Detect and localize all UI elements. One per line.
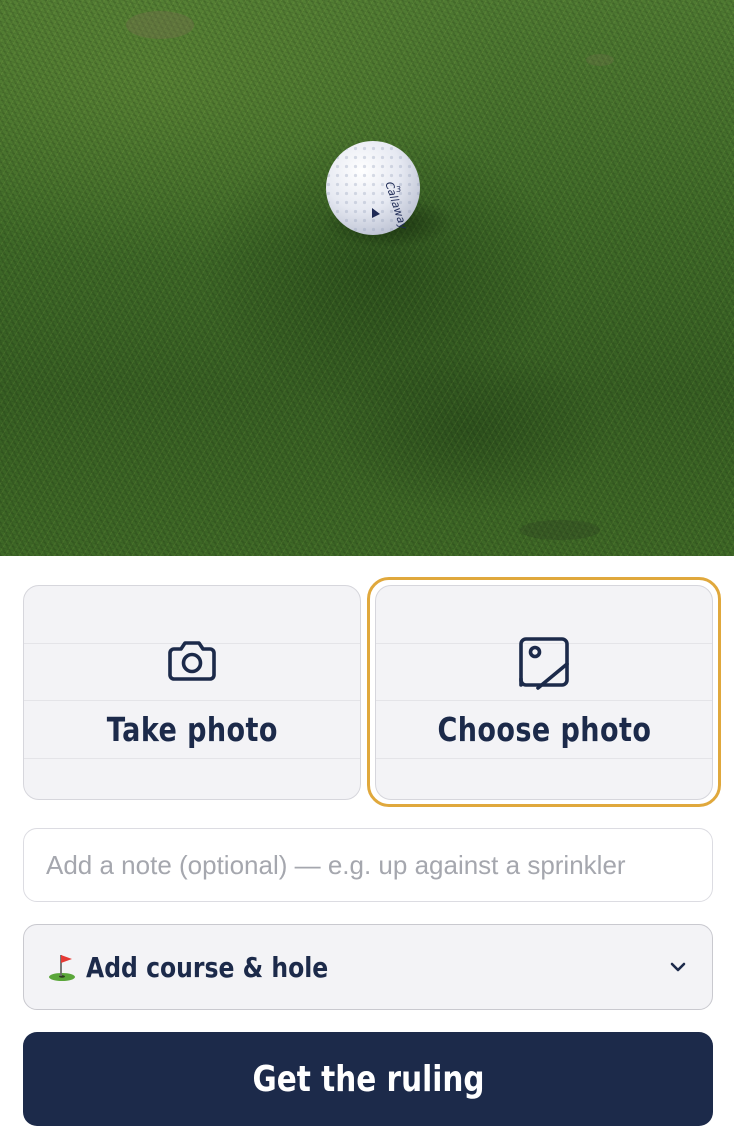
- golf-flag-icon: [49, 955, 75, 981]
- image-icon: [516, 634, 572, 690]
- choose-photo-button[interactable]: Choose photo: [375, 585, 713, 800]
- get-ruling-label: Get the ruling: [251, 1058, 485, 1100]
- get-ruling-button[interactable]: Get the ruling: [23, 1032, 713, 1126]
- course-hole-select[interactable]: Add course & hole: [23, 924, 713, 1010]
- photo-preview: Callaway 3: [0, 0, 734, 556]
- upload-screen: Callaway 3 Take photo Choose photo Add a…: [0, 0, 734, 1148]
- note-input[interactable]: [23, 828, 713, 902]
- take-photo-button[interactable]: Take photo: [23, 585, 361, 800]
- svg-text:3: 3: [396, 185, 401, 194]
- golf-ball-image: Callaway 3: [126, 11, 614, 540]
- camera-icon: [164, 634, 220, 690]
- course-hole-label: Add course & hole: [86, 950, 329, 984]
- chevron-down-icon: [670, 962, 686, 972]
- choose-photo-label: Choose photo: [437, 710, 651, 749]
- take-photo-label: Take photo: [106, 710, 278, 749]
